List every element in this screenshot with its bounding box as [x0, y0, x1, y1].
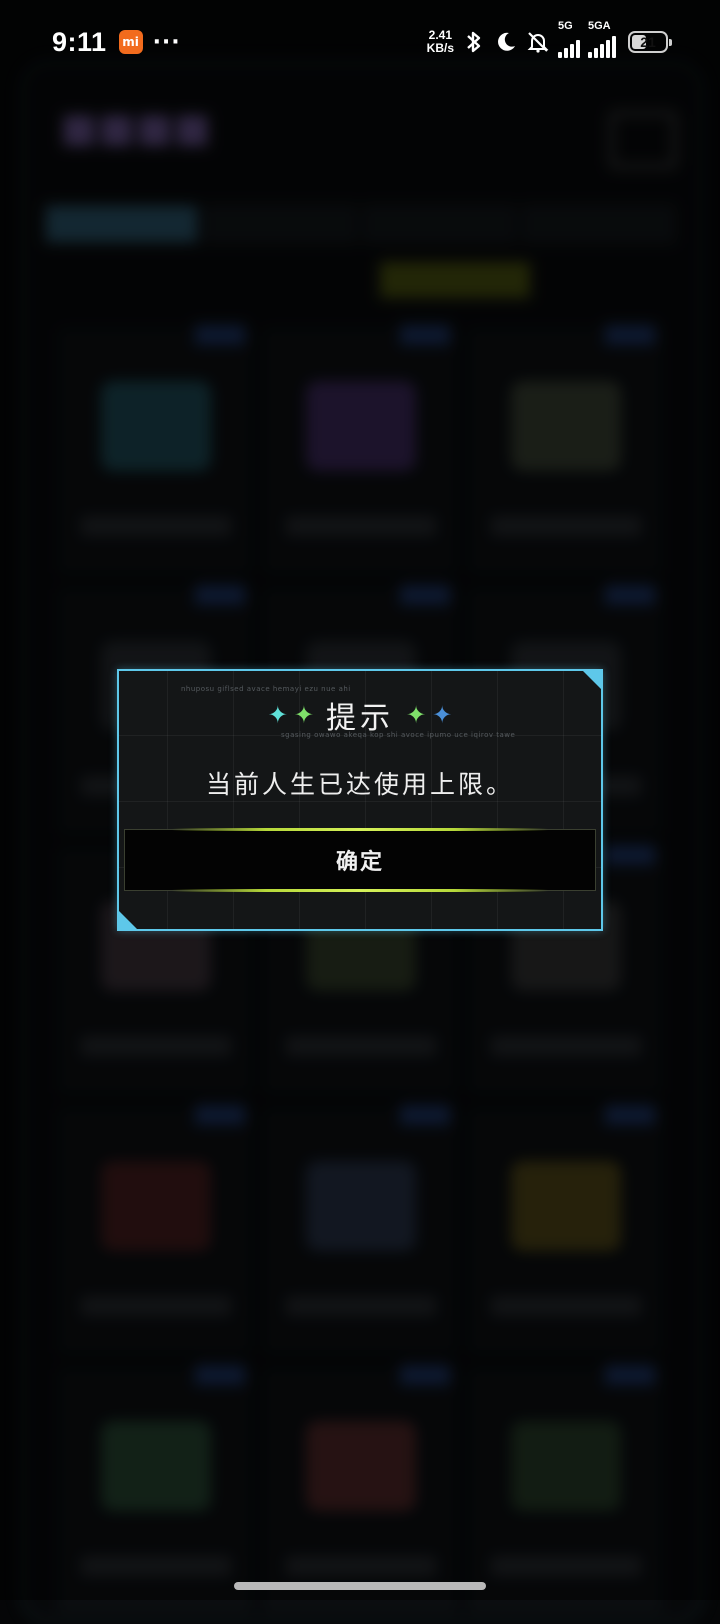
sparkle-icon: ✦ [432, 701, 453, 729]
confirm-button[interactable]: 确定 [124, 828, 596, 892]
clock: 9:11 [52, 26, 107, 57]
home-indicator[interactable] [234, 1582, 486, 1590]
moon-icon [494, 30, 518, 54]
status-bar: 9:11 mi ··· 2.41 KB/s 5G 5GA 21 [0, 0, 720, 84]
dialog-message: 当前人生已达使用上限。 [205, 770, 514, 799]
bluetooth-icon [462, 30, 486, 54]
dialog-deco-text: sgasing owawo akeqa kop shi avoce ipumo … [281, 731, 516, 739]
network-speed-unit: KB/s [426, 41, 454, 55]
more-notifications-icon: ··· [152, 29, 181, 55]
signal-5g: 5G [558, 20, 580, 58]
signal-5ga-label: 5GA [588, 20, 611, 32]
status-icons: 2.41 KB/s 5G 5GA 21 [427, 20, 672, 58]
sparkle-icon: ✦ [267, 701, 288, 729]
mi-app-icon: mi [118, 30, 143, 54]
dialog-deco-text: nhuposu giflsed avace hemayi ezu nue ahi [181, 685, 351, 693]
battery-level: 21 [640, 34, 656, 50]
signal-5ga: 5GA [588, 20, 616, 58]
network-speed: 2.41 KB/s [427, 29, 454, 55]
bell-off-icon [526, 30, 550, 54]
alert-dialog: nhuposu giflsed avace hemayi ezu nue ahi… [117, 669, 603, 931]
dialog-corner-accent [581, 669, 603, 691]
signal-5g-label: 5G [558, 20, 573, 32]
sparkle-icon: ✦ [406, 701, 427, 729]
sparkle-icon: ✦ [293, 701, 314, 729]
dialog-corner-accent [117, 909, 139, 931]
battery-icon: 21 [628, 31, 672, 53]
